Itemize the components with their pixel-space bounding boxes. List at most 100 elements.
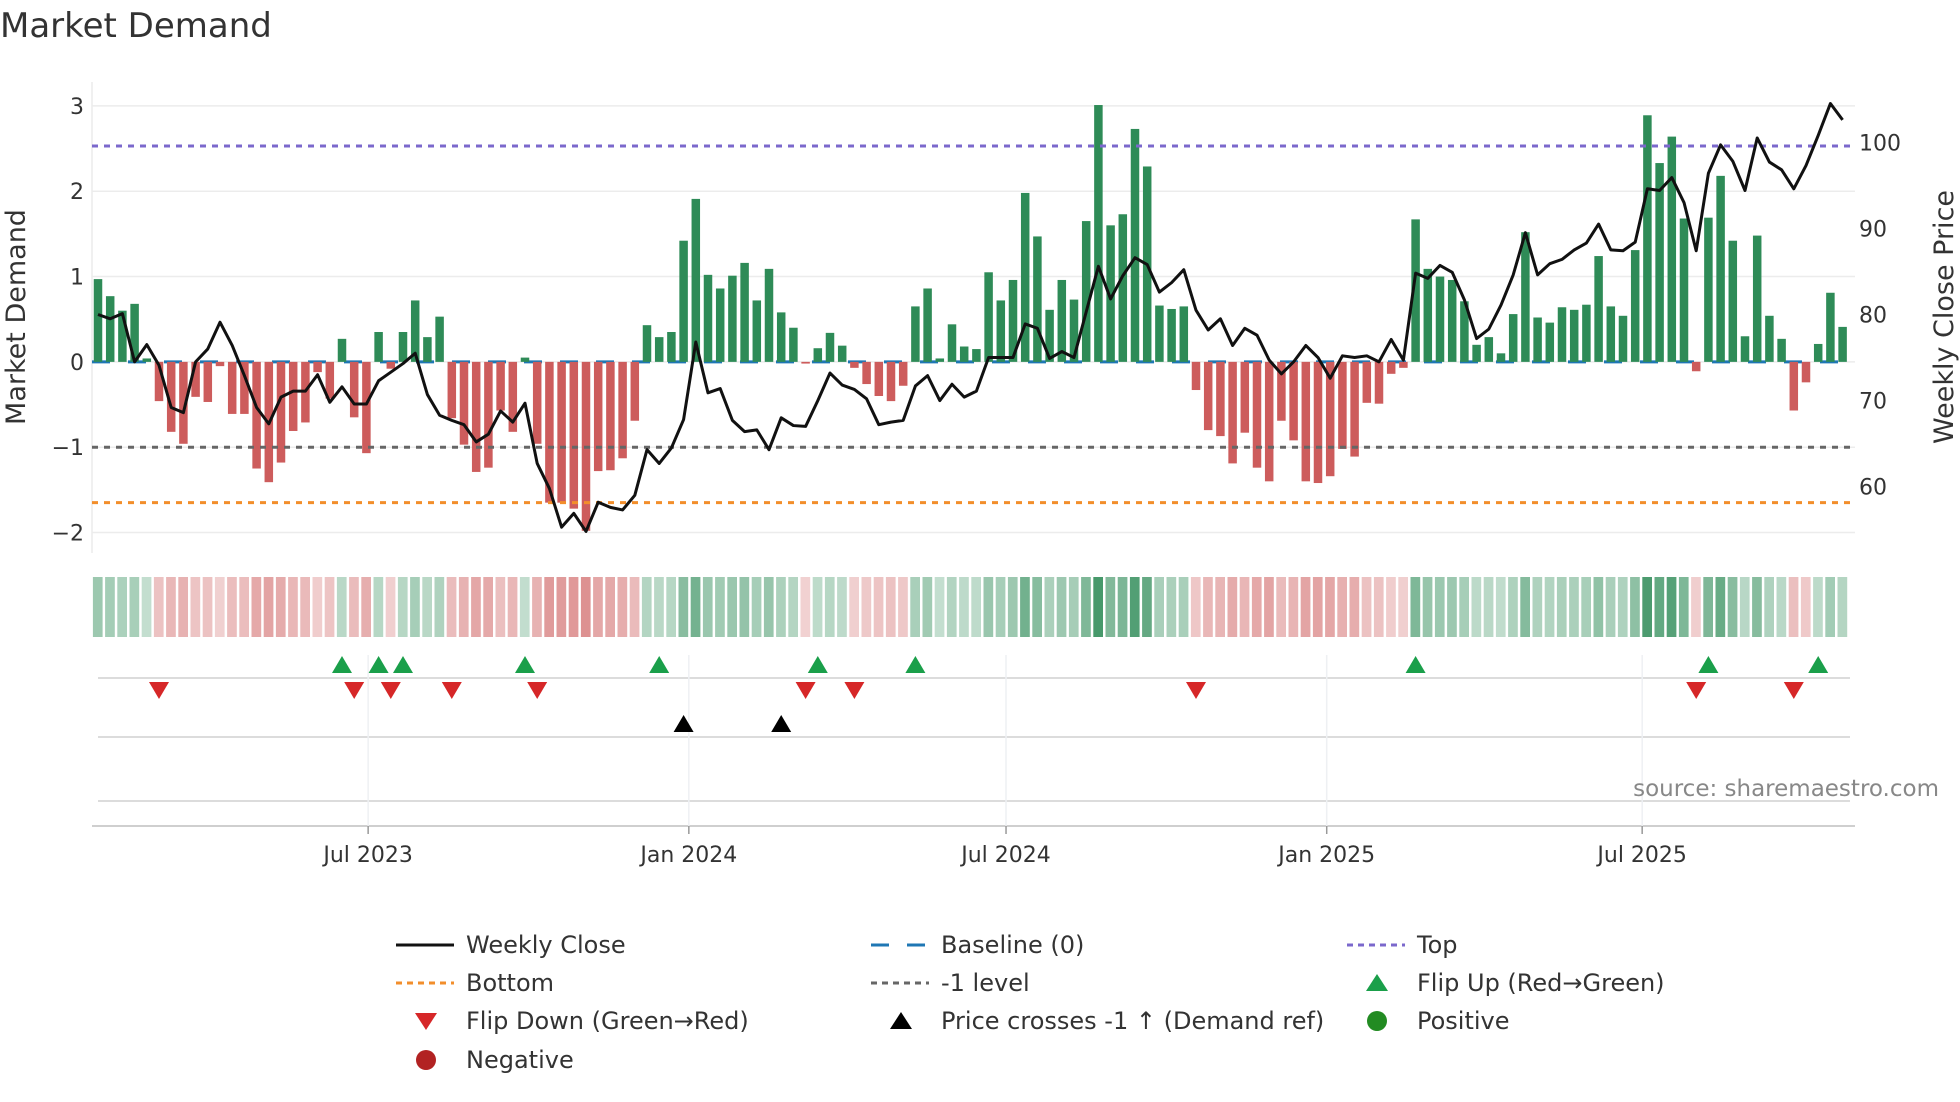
demand-bar bbox=[679, 240, 688, 362]
demand-bar bbox=[105, 296, 115, 362]
legend-label: -1 level bbox=[941, 969, 1030, 997]
demand-bar bbox=[764, 268, 774, 362]
flip-up-marker bbox=[807, 656, 828, 673]
heatmap-cell bbox=[1154, 577, 1164, 637]
legend-label: Flip Down (Green→Red) bbox=[466, 1007, 749, 1035]
heatmap-cell bbox=[336, 577, 347, 637]
heatmap-cell bbox=[1447, 577, 1457, 637]
demand-bar bbox=[1569, 309, 1579, 362]
demand-bar bbox=[1667, 136, 1677, 362]
flip-up-marker bbox=[905, 656, 926, 673]
heatmap-cell bbox=[1715, 577, 1726, 637]
heatmap-cell bbox=[593, 577, 603, 637]
heatmap-cell bbox=[471, 577, 481, 637]
demand-bar bbox=[1630, 250, 1640, 362]
heatmap-cell bbox=[397, 577, 408, 637]
demand-bar bbox=[276, 361, 286, 463]
cross-legend-icon bbox=[890, 1012, 912, 1029]
legend-label: Positive bbox=[1417, 1007, 1510, 1035]
heatmap-cell bbox=[434, 577, 445, 637]
heatmap-cell bbox=[1739, 577, 1750, 637]
heatmap-cell bbox=[1434, 577, 1445, 637]
heatmap-cell bbox=[1056, 577, 1067, 637]
heatmap-cell bbox=[617, 577, 628, 637]
heatmap-cell bbox=[910, 577, 920, 637]
heatmap-cell bbox=[519, 577, 530, 637]
demand-bar bbox=[1643, 115, 1652, 362]
heatmap-cell bbox=[1129, 577, 1140, 637]
heatmap-cell bbox=[1471, 577, 1482, 637]
demand-bar bbox=[1179, 306, 1189, 362]
flip-down-marker bbox=[1686, 682, 1707, 699]
heatmap-cell bbox=[1752, 577, 1762, 637]
demand-bar bbox=[93, 279, 103, 362]
heatmap-cell bbox=[312, 577, 323, 637]
heatmap-cell bbox=[922, 577, 933, 637]
demand-bar bbox=[740, 262, 749, 362]
demand-bar bbox=[959, 346, 969, 362]
demand-bar bbox=[1094, 105, 1103, 362]
demand-bar bbox=[1313, 361, 1323, 484]
demand-bar bbox=[1289, 361, 1298, 441]
demand-bar bbox=[1582, 304, 1591, 362]
demand-bar bbox=[1435, 276, 1445, 362]
demand-bar bbox=[1704, 217, 1713, 362]
demand-bar bbox=[569, 361, 579, 509]
heatmap-cell bbox=[1117, 577, 1128, 637]
heatmap-cell bbox=[800, 577, 811, 637]
demand-bar bbox=[654, 337, 664, 362]
heatmap-cell bbox=[971, 577, 981, 637]
flip-up-marker bbox=[1808, 656, 1829, 673]
y-tick-label: 2 bbox=[70, 180, 84, 205]
demand-bar bbox=[776, 312, 786, 362]
flip-up-marker bbox=[1405, 656, 1426, 673]
flip-up-marker bbox=[393, 656, 413, 673]
heatmap-cell bbox=[483, 577, 493, 637]
heatmap-cell bbox=[1398, 577, 1408, 637]
heatmap-cell bbox=[1349, 577, 1360, 637]
demand-bar bbox=[313, 361, 322, 373]
demand-bar bbox=[825, 332, 835, 362]
demand-bar bbox=[1033, 236, 1042, 362]
demand-bar bbox=[1557, 307, 1567, 362]
demand-bar bbox=[1533, 317, 1542, 362]
heatmap-cell bbox=[1081, 577, 1091, 637]
heatmap-cell bbox=[1227, 577, 1238, 637]
heatmap-cell bbox=[1630, 577, 1640, 637]
legend-item-top: Top bbox=[1345, 930, 1458, 960]
demand-bar bbox=[862, 361, 871, 385]
demand-bar bbox=[1679, 218, 1689, 362]
flip-down-marker bbox=[1783, 682, 1804, 699]
heatmap-cell bbox=[1495, 577, 1506, 637]
demand-bar bbox=[996, 300, 1006, 362]
heatmap-cell bbox=[934, 577, 945, 637]
heatmap-cell bbox=[1288, 577, 1299, 637]
heatmap-cell bbox=[1666, 577, 1677, 637]
heatmap-cell bbox=[1605, 577, 1616, 637]
y-tick-label: −1 bbox=[52, 436, 84, 461]
heatmap-cell bbox=[1386, 577, 1396, 637]
demand-bar bbox=[1118, 214, 1128, 362]
demand-bar bbox=[874, 361, 884, 396]
price-cross-marker bbox=[771, 715, 792, 732]
demand-bar bbox=[1618, 315, 1628, 362]
demand-bar bbox=[789, 327, 798, 362]
demand-bar bbox=[1447, 279, 1457, 362]
demand-bar bbox=[1338, 361, 1347, 449]
legend-label: Baseline (0) bbox=[941, 931, 1085, 959]
demand-bar bbox=[496, 361, 505, 411]
y-tick-label: 0 bbox=[70, 351, 84, 376]
heatmap-cell bbox=[1276, 577, 1286, 637]
demand-bar bbox=[1155, 305, 1164, 362]
demand-bar bbox=[667, 332, 676, 362]
line-legend-icon bbox=[396, 943, 454, 947]
heatmap-cell bbox=[715, 577, 725, 637]
heatmap-cell bbox=[1105, 577, 1116, 637]
demand-bar bbox=[1496, 353, 1506, 362]
demand-bar bbox=[1203, 361, 1213, 431]
flip-down-marker bbox=[380, 682, 401, 699]
heatmap-cell bbox=[1142, 577, 1152, 637]
demand-bar bbox=[1252, 361, 1262, 468]
heatmap-cell bbox=[837, 577, 847, 637]
demand-bar bbox=[801, 361, 810, 364]
